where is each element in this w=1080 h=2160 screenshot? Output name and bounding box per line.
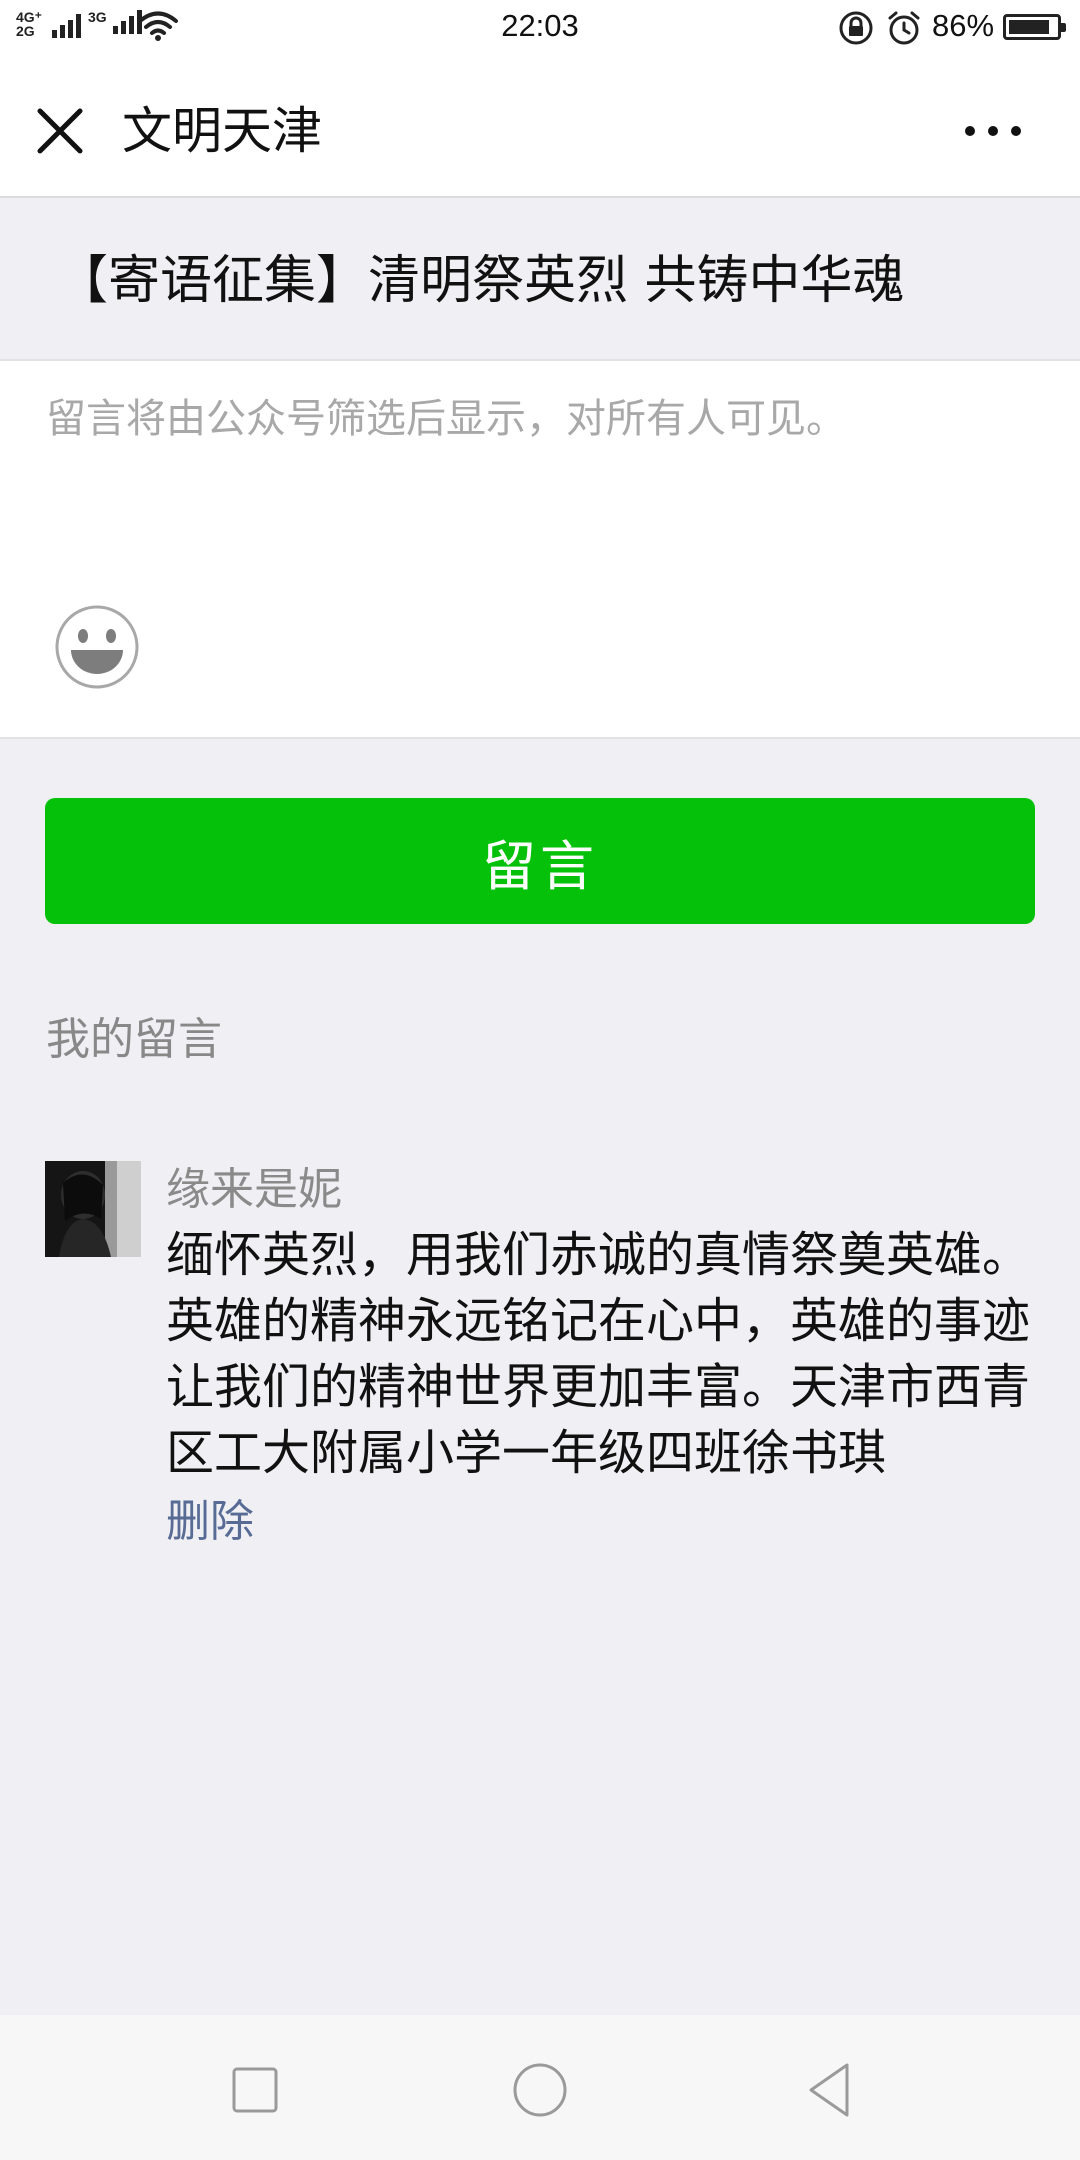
avatar	[45, 1161, 141, 1257]
home-icon[interactable]	[505, 2055, 575, 2125]
comment-body: 缘来是妮 缅怀英烈，用我们赤诚的真情祭奠英雄。 英雄的精神永远铭记在心中，英雄的…	[166, 1158, 1046, 1554]
comment-text: 缅怀英烈，用我们赤诚的真情祭奠英雄。 英雄的精神永远铭记在心中，英雄的事迹让我们…	[166, 1227, 1031, 1481]
submit-comment-button[interactable]: 留言	[45, 798, 1035, 924]
comment-input[interactable]	[46, 389, 1036, 609]
emoji-icon[interactable]	[54, 604, 140, 690]
system-nav-bar	[0, 2015, 1080, 2160]
battery-icon	[1003, 14, 1066, 40]
more-icon[interactable]	[958, 106, 1028, 156]
status-bar: 4G⁺ 2G 3G 22:03 86%	[0, 0, 1080, 56]
recent-apps-icon[interactable]	[220, 2055, 290, 2125]
delete-comment-link[interactable]: 删除	[166, 1490, 254, 1554]
comment-composer	[0, 359, 1080, 739]
close-icon[interactable]	[30, 101, 90, 161]
nav-bar: 文明天津	[0, 56, 1080, 198]
article-title: 【寄语征集】清明祭英烈 共铸中华魂	[56, 251, 905, 311]
battery-level-fill	[1009, 20, 1049, 34]
back-icon[interactable]	[795, 2055, 865, 2125]
my-comments-title: 我的留言	[46, 1014, 222, 1065]
battery-percent: 86%	[932, 8, 995, 43]
nav-title: 文明天津	[122, 102, 322, 160]
rotation-lock-icon	[839, 11, 873, 45]
alarm-icon	[888, 11, 920, 45]
comment-author: 缘来是妮	[166, 1164, 342, 1215]
